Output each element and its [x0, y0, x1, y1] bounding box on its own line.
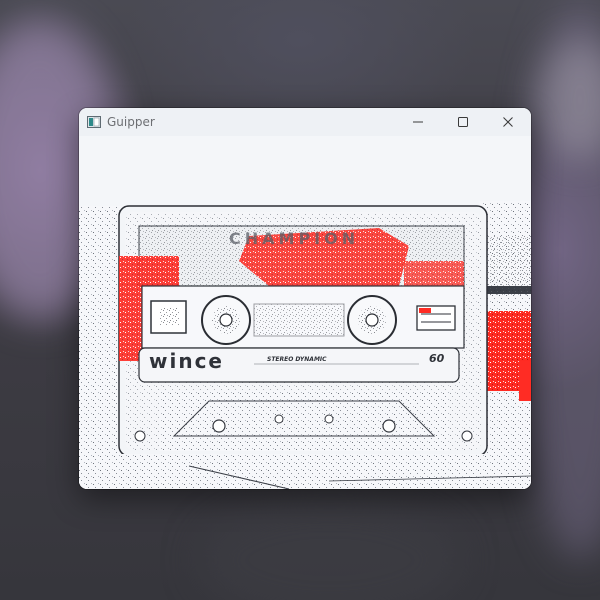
- cassette-subtitle-text: STEREO DYNAMIC: [267, 356, 327, 363]
- close-icon: [503, 117, 513, 127]
- minimize-icon: [413, 121, 423, 123]
- maximize-button[interactable]: [440, 108, 486, 136]
- app-icon: [87, 115, 101, 129]
- background-blur-shape: [200, 500, 460, 600]
- app-window[interactable]: Guipper CHAMPION wince STEREO DYNAMIC 60: [79, 108, 531, 489]
- image-viewport[interactable]: CHAMPION wince STEREO DYNAMIC 60: [79, 136, 531, 489]
- title-bar[interactable]: Guipper: [79, 108, 531, 136]
- cassette-length-text: 60: [429, 352, 445, 365]
- maximize-icon: [458, 117, 468, 127]
- close-button[interactable]: [485, 108, 531, 136]
- cassette-brand-text: wince: [149, 349, 224, 373]
- minimize-button[interactable]: [395, 108, 441, 136]
- cassette-brand-top-text: CHAMPION: [229, 229, 360, 248]
- cassette-tape-image: [79, 201, 531, 489]
- desktop-background: Guipper CHAMPION wince STEREO DYNAMIC 60: [0, 0, 600, 600]
- window-title: Guipper: [107, 115, 155, 129]
